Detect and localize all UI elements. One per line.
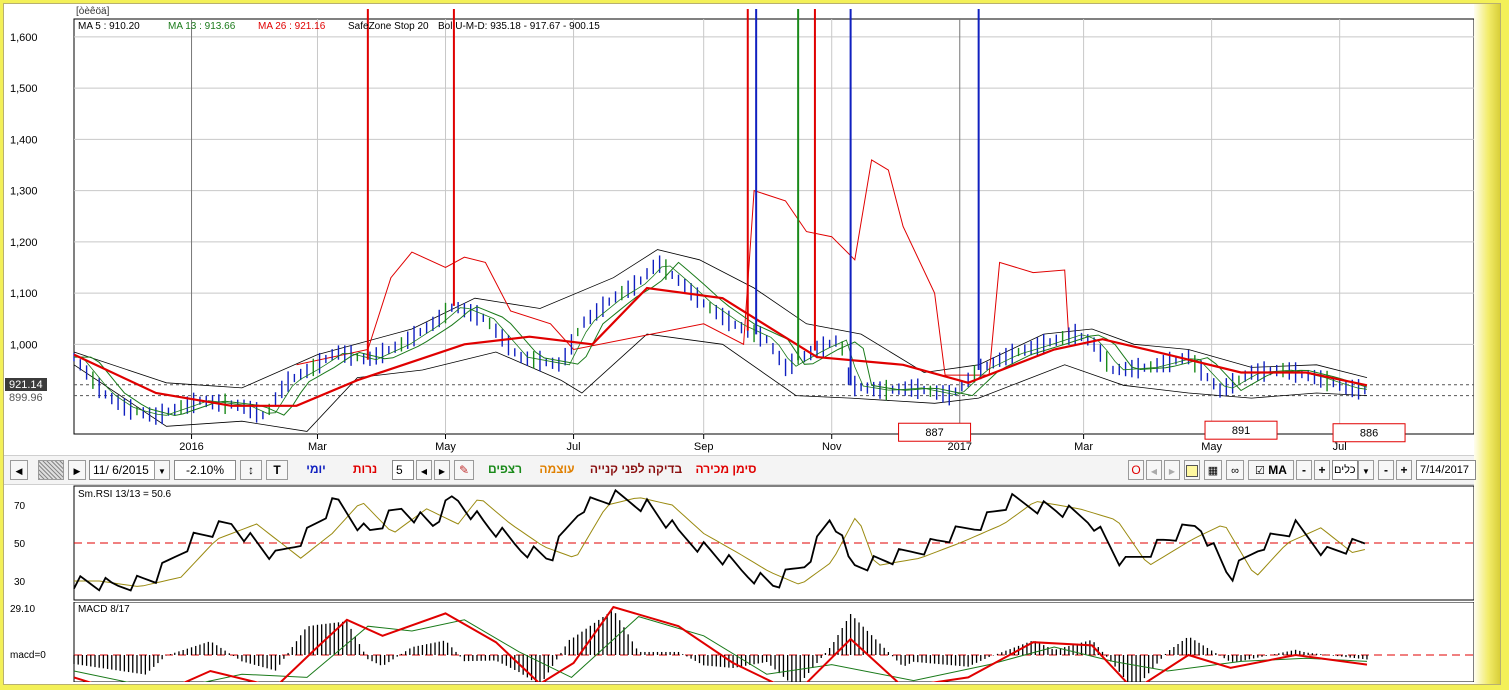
change-field: -2.10% bbox=[174, 460, 236, 480]
chevron-down-icon: ▼ bbox=[158, 467, 166, 476]
binoculars-icon: ∞ bbox=[1231, 465, 1239, 477]
rsi-y-tick-label: 50 bbox=[14, 539, 26, 550]
ma-checkbox[interactable]: ☑ MA bbox=[1248, 460, 1294, 480]
toolbar-right-button[interactable]: ▶ bbox=[1164, 460, 1180, 480]
tools-dropdown[interactable]: ▼ bbox=[1358, 460, 1374, 480]
y-tick-label: 1,400 bbox=[10, 134, 38, 146]
y-tick-label: 1,300 bbox=[10, 186, 38, 198]
candles-toggle[interactable]: נרות bbox=[344, 460, 386, 480]
sell-sign-toggle[interactable]: סימן מכירה bbox=[690, 460, 762, 480]
rsi-y-tick-label: 70 bbox=[14, 501, 26, 512]
left-arrow-icon: ◀ bbox=[1150, 467, 1158, 476]
x-tick-label: 2017 bbox=[948, 441, 972, 453]
macd-title: MACD 8/17 bbox=[78, 604, 130, 615]
grid-icon: ▦ bbox=[1207, 465, 1219, 477]
window-edge-shadow bbox=[1474, 4, 1500, 684]
x-tick-label: May bbox=[1201, 441, 1222, 453]
rsi-title: Sm.RSI 13/13 = 50.6 bbox=[78, 489, 172, 500]
right-arrow-icon: ▶ bbox=[73, 466, 81, 476]
tools-select[interactable]: כלים bbox=[1332, 460, 1358, 480]
ma-plus-button[interactable]: + bbox=[1314, 460, 1330, 480]
continuous-toggle[interactable]: רצפים bbox=[482, 460, 528, 480]
rsi-y-tick-label: 30 bbox=[14, 577, 26, 588]
ma-minus-button[interactable]: - bbox=[1296, 460, 1312, 480]
eraser-icon: ✎ bbox=[458, 463, 470, 477]
low-price-label: 899.96 bbox=[9, 392, 43, 404]
period-increment[interactable]: ▶ bbox=[434, 460, 450, 480]
chevron-down-icon: ▼ bbox=[1362, 467, 1370, 476]
macd-y-tick-label: 29.10 bbox=[10, 604, 35, 615]
ma26-readout: MA 26 : 921.16 bbox=[258, 21, 326, 32]
annotation-label: 887 bbox=[925, 427, 943, 439]
o-label: O bbox=[1131, 463, 1141, 477]
eraser-button[interactable]: ✎ bbox=[454, 460, 474, 480]
left-arrow-icon: ◀ bbox=[420, 467, 428, 476]
period-decrement[interactable]: ◀ bbox=[416, 460, 432, 480]
ma5-readout: MA 5 : 910.20 bbox=[78, 21, 140, 32]
x-tick-label: Mar bbox=[1074, 441, 1093, 453]
check-icon: ☑ bbox=[1255, 465, 1265, 477]
date-from-field[interactable]: 11/ 6/2015 bbox=[89, 460, 155, 480]
grid-button[interactable]: ▦ bbox=[1204, 460, 1222, 480]
ma13-readout: MA 13 : 913.66 bbox=[168, 21, 236, 32]
o-button[interactable]: O bbox=[1128, 460, 1144, 480]
y-tick-label: 1,500 bbox=[10, 83, 38, 95]
annotation-label: 886 bbox=[1360, 428, 1378, 440]
period-field[interactable]: 5 bbox=[392, 460, 414, 480]
chart-window: 1,600 1,500 1,400 1,300 1,200 1,100 1,000 2016 M… bbox=[3, 3, 1501, 685]
vertical-arrows-icon: ↕ bbox=[248, 463, 254, 477]
chart-title: [òèêöä] bbox=[76, 6, 110, 17]
scroll-left-button[interactable]: ◀ bbox=[10, 460, 28, 480]
y-tick-label: 1,100 bbox=[10, 288, 38, 300]
text-tool-button[interactable]: T bbox=[266, 460, 288, 480]
price-chart[interactable]: 1,600 1,500 1,400 1,300 1,200 1,100 1,000 2016 M… bbox=[4, 4, 1474, 455]
pre-buy-check-toggle[interactable]: בדיקה לפני קנייה bbox=[586, 460, 686, 480]
macd-zero-label: macd=0 bbox=[10, 650, 46, 661]
scroll-right-button[interactable]: ▶ bbox=[68, 460, 86, 480]
daily-toggle[interactable]: יומי bbox=[296, 460, 336, 480]
strength-toggle[interactable]: עוצמה bbox=[534, 460, 580, 480]
x-tick-label: Sep bbox=[694, 441, 714, 453]
zoom-minus-button[interactable]: - bbox=[1378, 460, 1394, 480]
ma-label: MA bbox=[1268, 463, 1287, 477]
scroll-thumb[interactable] bbox=[38, 460, 64, 480]
toolbar-left-button[interactable]: ◀ bbox=[1146, 460, 1162, 480]
right-arrow-icon: ▶ bbox=[1168, 467, 1176, 476]
chart-toolbar: ◀ ▶ 11/ 6/2015 ▼ -2.10% ↕ T יומי נרות 5 … bbox=[4, 455, 1476, 485]
y-tick-label: 1,000 bbox=[10, 339, 38, 351]
binoculars-button[interactable]: ∞ bbox=[1226, 460, 1244, 480]
rsi-chart[interactable]: 70 50 30 Sm.RSI 13/13 = 50.6 bbox=[4, 484, 1474, 602]
y-tick-label: 1,600 bbox=[10, 32, 38, 44]
date-from-dropdown[interactable]: ▼ bbox=[154, 460, 170, 480]
date-to-field[interactable]: 7/14/2017 bbox=[1416, 460, 1476, 480]
x-tick-label: May bbox=[435, 441, 456, 453]
vertical-resize-button[interactable]: ↕ bbox=[240, 460, 262, 480]
bollinger-readout: Bol U-M-D: 935.18 - 917.67 - 900.15 bbox=[438, 21, 600, 32]
y-tick-label: 1,200 bbox=[10, 237, 38, 249]
last-price-label: 921.14 bbox=[9, 379, 43, 391]
safezone-readout: SafeZone Stop 20 bbox=[348, 21, 429, 32]
zoom-plus-button[interactable]: + bbox=[1396, 460, 1412, 480]
note-button[interactable] bbox=[1184, 460, 1200, 480]
annotation-label: 891 bbox=[1232, 425, 1250, 437]
macd-chart[interactable]: 29.10 macd=0 MACD 8/17 bbox=[4, 602, 1474, 682]
right-arrow-icon: ▶ bbox=[438, 467, 446, 476]
x-tick-label: Jul bbox=[1333, 441, 1347, 453]
x-tick-label: Mar bbox=[308, 441, 327, 453]
text-tool-label: T bbox=[273, 463, 281, 477]
x-tick-label: Jul bbox=[567, 441, 581, 453]
x-tick-label: Nov bbox=[822, 441, 842, 453]
note-icon bbox=[1186, 465, 1198, 477]
x-tick-label: 2016 bbox=[179, 441, 203, 453]
left-arrow-icon: ◀ bbox=[15, 466, 23, 476]
